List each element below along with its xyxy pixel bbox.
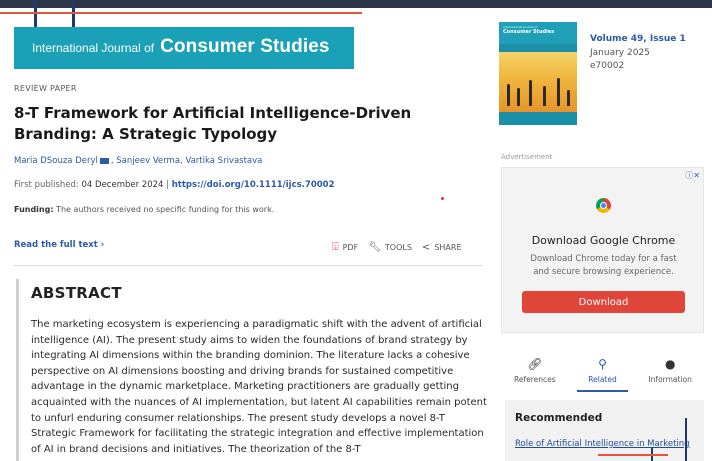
figure-silhouette [557, 78, 560, 106]
first-published-label: First published: [14, 180, 82, 190]
issue-date: January 2025 [590, 47, 650, 58]
separator: | [163, 180, 172, 190]
ad-choices-icon[interactable]: ⓘ✕ [685, 170, 700, 181]
overlay-line [0, 12, 362, 14]
figure-silhouette [517, 88, 520, 106]
tools-label: TOOLS [384, 242, 412, 252]
tab-label: References [513, 375, 556, 384]
author-links[interactable]: , Sanjeev Verma, Vartika Srivastava [111, 156, 263, 166]
ad-description: Download Chrome today for a fast and sec… [530, 254, 677, 277]
advertisement-label: Advertisement [501, 153, 553, 161]
pdf-icon: ⍗ [332, 240, 339, 253]
network-icon: ⚲ [598, 357, 607, 371]
mail-icon[interactable] [99, 157, 109, 164]
overlay-line [685, 418, 687, 461]
share-icon: < [421, 241, 431, 253]
article-title: 8-T Framework for Artificial Intelligenc… [14, 104, 412, 143]
overlay-line [598, 454, 668, 456]
funding-label: Funding: [14, 205, 54, 214]
divider [14, 265, 482, 266]
info-icon: ● [664, 357, 676, 371]
ad-title: Download Google Chrome [531, 234, 676, 247]
author-link[interactable]: Maria DSouza Deryl [14, 156, 98, 166]
abstract-heading: ABSTRACT [31, 284, 122, 302]
cover-header: International Journal of Consumer Studie… [499, 22, 577, 44]
tab-information[interactable]: ● Information [636, 347, 704, 392]
volume-issue-link[interactable]: Volume 49, Issue 1 [590, 33, 686, 47]
article-toolbar: ⍗ PDF 🔧︎ TOOLS < SHARE [332, 240, 462, 254]
top-strip [0, 0, 712, 8]
tools-button[interactable]: 🔧︎ TOOLS [368, 242, 412, 253]
abstract-text: The marketing ecosystem is experiencing … [31, 319, 487, 455]
cover-footer [499, 112, 577, 125]
link-icon: 🔗︎ [527, 357, 543, 371]
wrench-icon: 🔧︎ [368, 241, 381, 253]
banner-prefix: International Journal of [32, 41, 155, 55]
tab-label: Information [648, 375, 692, 384]
recommended-article-link[interactable]: Role of Artificial Intelligence in Marke… [515, 438, 694, 450]
overlay-line [72, 0, 75, 28]
journal-banner[interactable]: International Journal of Consumer Studie… [14, 27, 354, 69]
publication-info: First published: 04 December 2024 | http… [14, 180, 334, 190]
recommended-heading: Recommended [515, 412, 603, 424]
cover-photo [499, 52, 577, 112]
funding-text: The authors received no specific funding… [53, 205, 275, 214]
figure-silhouette [543, 86, 546, 106]
figure-silhouette [507, 84, 510, 106]
journal-cover-image[interactable]: International Journal of Consumer Studie… [499, 22, 577, 125]
recommended-panel: Recommended Role of Artificial Intellige… [505, 400, 704, 461]
side-tabs: 🔗︎ References ⚲ Related ● Information [501, 347, 704, 392]
ad-download-button[interactable]: Download [522, 291, 685, 313]
issue-info: Volume 49, Issue 1 January 2025 e70002 [590, 33, 686, 74]
doi-link[interactable]: https://doi.org/10.1111/ijcs.70002 [172, 180, 335, 190]
share-label: SHARE [434, 242, 462, 252]
pdf-button[interactable]: ⍗ PDF [332, 240, 358, 254]
cover-title: Consumer Studies [503, 29, 555, 35]
tab-references[interactable]: 🔗︎ References [501, 347, 569, 392]
first-published-date: 04 December 2024 [81, 180, 164, 190]
marker-dot [441, 197, 444, 200]
article-number: e70002 [590, 61, 625, 71]
figure-silhouette [529, 80, 532, 106]
tab-related[interactable]: ⚲ Related [569, 347, 637, 392]
funding-statement: Funding: The authors received no specifi… [14, 205, 274, 214]
advertisement-panel[interactable]: ⓘ✕ Download Google Chrome Download Chrom… [501, 167, 704, 333]
figure-silhouette [567, 90, 570, 106]
author-list: Maria DSouza Deryl , Sanjeev Verma, Varti… [14, 156, 262, 166]
abstract-accent-bar [16, 279, 19, 461]
banner-journal-name: Consumer Studies [160, 36, 330, 57]
read-full-text-link[interactable]: Read the full text › [14, 240, 104, 250]
pdf-label: PDF [342, 242, 359, 252]
share-button[interactable]: < SHARE [422, 242, 462, 253]
article-type: REVIEW PAPER [14, 84, 77, 93]
tab-label: Related [588, 375, 617, 384]
chrome-logo-icon [596, 198, 611, 213]
